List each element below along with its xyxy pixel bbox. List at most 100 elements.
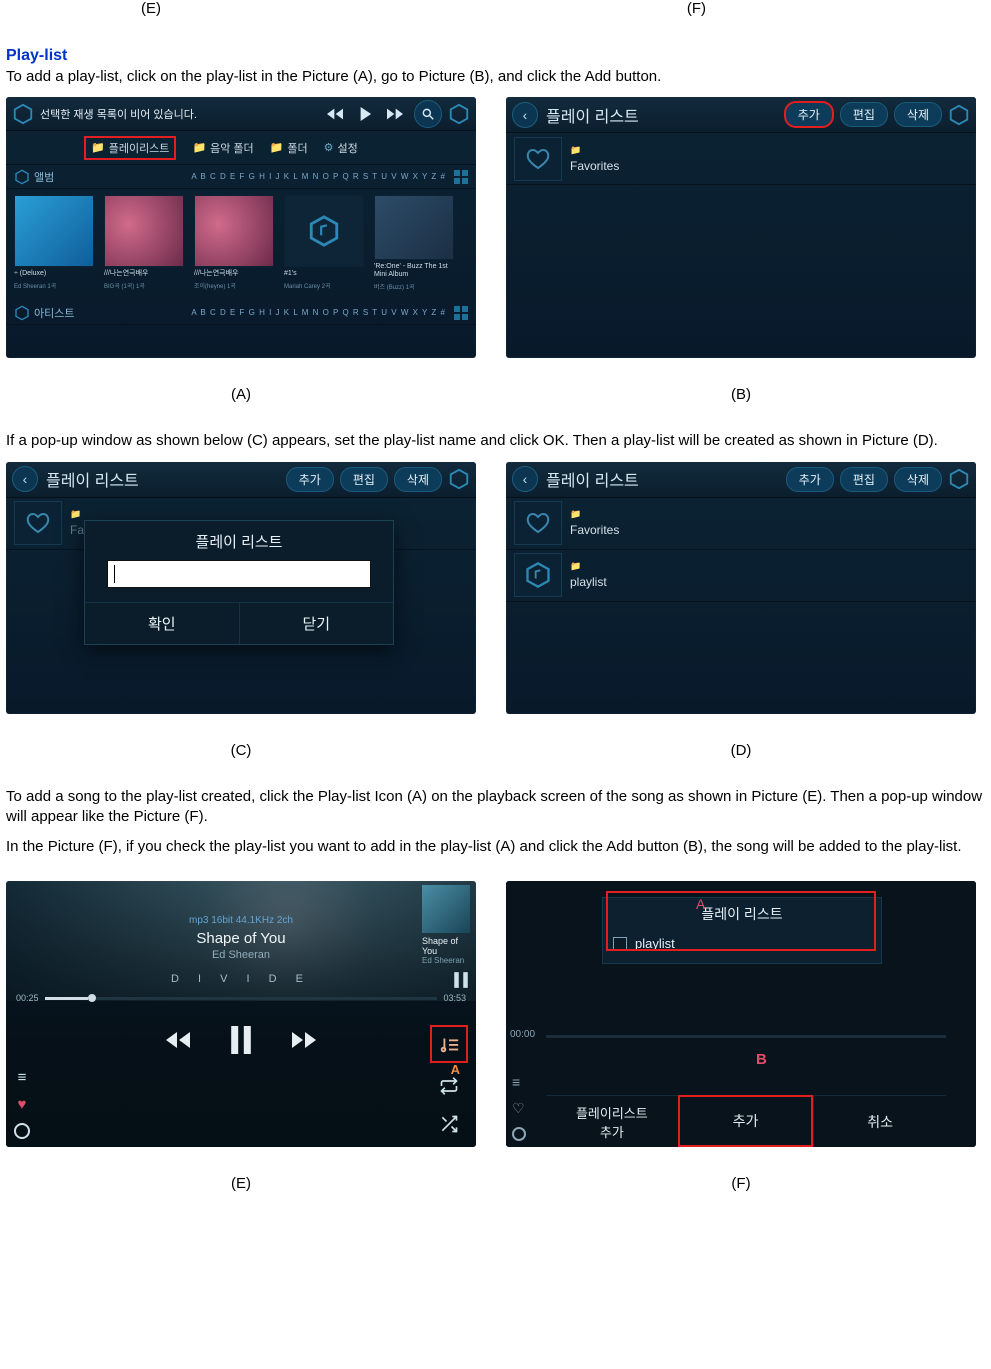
menu-hex-icon[interactable] [448,103,470,125]
add-button[interactable]: 추가 [786,467,834,492]
record-icon[interactable] [512,1127,526,1141]
tab-settings[interactable]: ⚙설정 [324,140,358,156]
edit-button[interactable]: 편집 [840,102,888,127]
back-button[interactable]: ‹ [512,466,538,492]
label-D: (D) [731,742,752,759]
back-button[interactable]: ‹ [12,466,38,492]
delete-button[interactable]: 삭제 [894,102,942,127]
add-button-highlighted[interactable]: 추가 [784,101,834,128]
playlist-name-input[interactable] [107,560,371,588]
mini-cover [422,885,470,933]
note-hex-icon [514,553,562,597]
menu-hex-icon[interactable] [948,104,970,126]
delete-button[interactable]: 삭제 [894,467,942,492]
figure-row-AB: 선택한 재생 목록이 비어 있습니다. 📁플레이리스트 📁음악 폴더 📁폴더 ⚙… [6,97,985,403]
label-B: (B) [731,386,751,403]
marker-B-label: B [756,1051,767,1068]
screen-title: 플레이 리스트 [546,467,780,491]
screenshot-F: 플레이 리스트 playlist A 00:00 ≡ ♡ B 플레이리스트 추가… [506,881,976,1147]
search-icon[interactable] [414,100,442,128]
heart-icon [14,501,62,545]
seek-track[interactable] [45,997,438,1000]
label-E: (E) [231,1175,251,1192]
edit-button[interactable]: 편집 [340,467,388,492]
folder-icon: 📁 [70,509,97,520]
shuffle-icon[interactable] [434,1109,464,1139]
tab-playlist-highlighted[interactable]: 📁플레이리스트 [84,136,176,160]
figure-D: ‹ 플레이 리스트 추가 편집 삭제 📁Favorites 📁playlist … [506,462,976,759]
record-icon[interactable] [14,1123,30,1139]
folder-icon: 📁 [570,509,619,520]
seek-track[interactable] [546,1035,946,1038]
mini-pause-icon[interactable] [452,971,470,989]
label-F-top: (F) [296,0,796,17]
app-logo-icon [12,103,34,125]
play-icon[interactable] [350,101,380,127]
figure-row-CD: ‹ 플레이 리스트 추가 편집 삭제 📁Favo 플레이 리스트 확인 닫기 (… [6,462,985,759]
ok-button[interactable]: 확인 [85,602,239,644]
cancel-button[interactable]: 취소 [813,1095,946,1147]
figure-A: 선택한 재생 목록이 비어 있습니다. 📁플레이리스트 📁음악 폴더 📁폴더 ⚙… [6,97,476,403]
screen-title: 플레이 리스트 [546,103,778,127]
queue-icon[interactable]: ≡ [18,1069,27,1086]
alpha-index[interactable]: A B C D E F G H I J K L M N O P Q R S T … [54,172,446,181]
playlist-add-icon [434,1029,464,1059]
folder-icon: 📁 [570,145,619,156]
heart-icon [514,501,562,545]
album-card[interactable]: ///나는연극배우조이(heyne) 1곡 [194,195,274,291]
grid-view-icon[interactable] [454,170,468,184]
next-icon[interactable] [286,1022,322,1058]
mini-nowplaying[interactable]: Shape of You Ed Sheeran [422,885,470,989]
folder-music-icon: 📁 [192,141,206,154]
para2: If a pop-up window as shown below (C) ap… [6,431,985,451]
playlist-item-playlist[interactable]: 📁playlist [506,550,976,602]
figure-B: ‹ 플레이 리스트 추가 편집 삭제 📁Favorites (B) [506,97,976,403]
grid-view-icon[interactable] [454,306,468,320]
favorite-icon[interactable]: ♡ [512,1100,526,1117]
section-title: Play-list [6,47,985,65]
prev-icon[interactable] [320,101,350,127]
format-meta: mp3 16bit 44.1KHz 2ch [16,915,466,926]
next-icon[interactable] [380,101,410,127]
popup-title: 플레이 리스트 [85,521,393,560]
album-card[interactable]: ÷ (Deluxe)Ed Sheeran 1곡 [14,195,94,291]
add-playlist-button[interactable]: 플레이리스트 추가 [546,1095,678,1147]
playlist-icon-highlighted[interactable] [430,1025,468,1063]
folder-icon: 📁 [270,141,284,154]
prev-icon[interactable] [160,1022,196,1058]
menu-hex-icon[interactable] [448,468,470,490]
edit-button[interactable]: 편집 [840,467,888,492]
screen-title: 플레이 리스트 [46,467,280,491]
back-button[interactable]: ‹ [512,102,538,128]
add-button[interactable]: 추가 [286,467,334,492]
time-elapsed: 00:25 [16,993,39,1003]
time-total: 03:53 [443,993,466,1003]
playlist-item-favorites[interactable]: 📁 Favorites [506,498,976,550]
delete-button[interactable]: 삭제 [394,467,442,492]
figure-C: ‹ 플레이 리스트 추가 편집 삭제 📁Favo 플레이 리스트 확인 닫기 (… [6,462,476,759]
song-artist: Ed Sheeran [16,949,466,961]
favorite-icon[interactable]: ♥ [18,1096,27,1113]
figure-E: Shape of You Ed Sheeran mp3 16bit 44.1KH… [6,881,476,1192]
repeat-icon[interactable] [434,1071,464,1101]
row-artist-label: 아티스트 [34,305,74,321]
label-C: (C) [231,742,252,759]
screenshot-D: ‹ 플레이 리스트 추가 편집 삭제 📁 Favorites 📁playlist [506,462,976,714]
empty-queue-message: 선택한 재생 목록이 비어 있습니다. [40,106,320,122]
menu-hex-icon[interactable] [948,468,970,490]
queue-icon[interactable]: ≡ [512,1074,526,1090]
tab-music-folder[interactable]: 📁음악 폴더 [192,140,253,156]
tab-folder[interactable]: 📁폴더 [270,140,308,156]
item-label: playlist [570,575,607,589]
playlist-item-favorites[interactable]: 📁Favorites [506,133,976,185]
pause-icon[interactable] [218,1017,264,1063]
album-card[interactable]: #1'sMariah Carey 2곡 [284,195,364,291]
screenshot-C: ‹ 플레이 리스트 추가 편집 삭제 📁Favo 플레이 리스트 확인 닫기 [6,462,476,714]
alpha-index[interactable]: A B C D E F G H I J K L M N O P Q R S T … [74,308,446,317]
item-label: Favorites [570,523,619,537]
album-card[interactable]: ///나는연극배우BIG곡 (1곡) 1곡 [104,195,184,291]
close-button[interactable]: 닫기 [239,602,394,644]
add-button-highlighted[interactable]: 추가 [678,1095,814,1147]
row-album-label: 앨범 [34,169,54,185]
album-card[interactable]: 'Re:One' - Buzz The 1st Mini Album버즈 (Bu… [374,195,454,291]
